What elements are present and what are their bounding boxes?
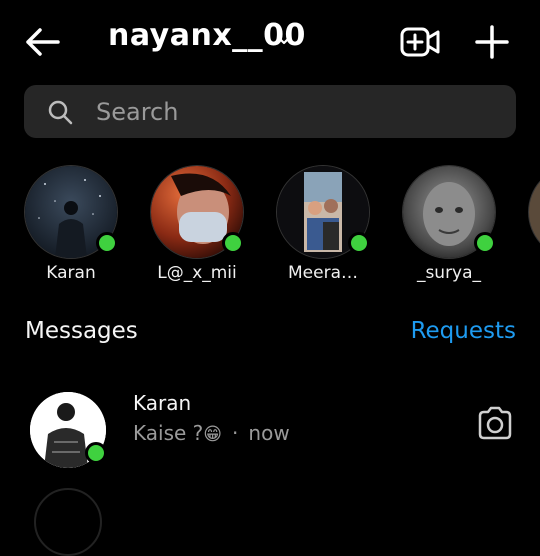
story-item[interactable]: Meera… [268,165,378,290]
search-bar[interactable] [24,85,516,138]
chevron-down-icon[interactable] [274,30,294,50]
arrow-left-icon [26,28,60,56]
online-indicator [348,232,370,254]
online-indicator [222,232,244,254]
camera-button[interactable] [476,406,514,440]
separator-dot: · [232,421,239,445]
search-icon [48,100,73,125]
message-preview: Kaise ?😁 · now [133,421,290,445]
top-bar: nayanx__00 [0,0,540,84]
message-emoji: 😁 [203,424,223,445]
story-name: _surya_ [416,263,482,283]
conversation-row[interactable]: Karan Kaise ?😁 · now [0,378,540,478]
new-message-button[interactable] [472,22,512,62]
online-indicator [85,442,107,464]
online-indicator [96,232,118,254]
story-name: Karan [46,263,96,283]
conversation-name: Karan [133,391,192,415]
story-item[interactable]: L@_x_mii [142,165,252,290]
new-video-room-button[interactable] [398,22,442,62]
back-button[interactable] [22,22,62,62]
story-item[interactable]: _surya_ [394,165,504,290]
avatar [528,165,540,259]
message-time: now [248,421,290,445]
story-name: L@_x_mii [157,263,237,283]
plus-icon [475,25,509,59]
stories-row: Karan L@_x_mii Meera… _surya_ [0,165,540,295]
story-name: Meera… [288,263,358,283]
requests-link[interactable]: Requests [411,318,516,344]
avatar[interactable] [34,488,102,556]
message-text: Kaise ? [133,421,204,445]
messages-heading: Messages [25,318,138,344]
story-item[interactable]: Karan [16,165,126,290]
search-input[interactable] [94,93,498,131]
online-indicator [474,232,496,254]
story-item-partial[interactable] [520,165,540,290]
camera-icon [478,406,512,440]
video-camera-plus-icon [400,27,440,57]
